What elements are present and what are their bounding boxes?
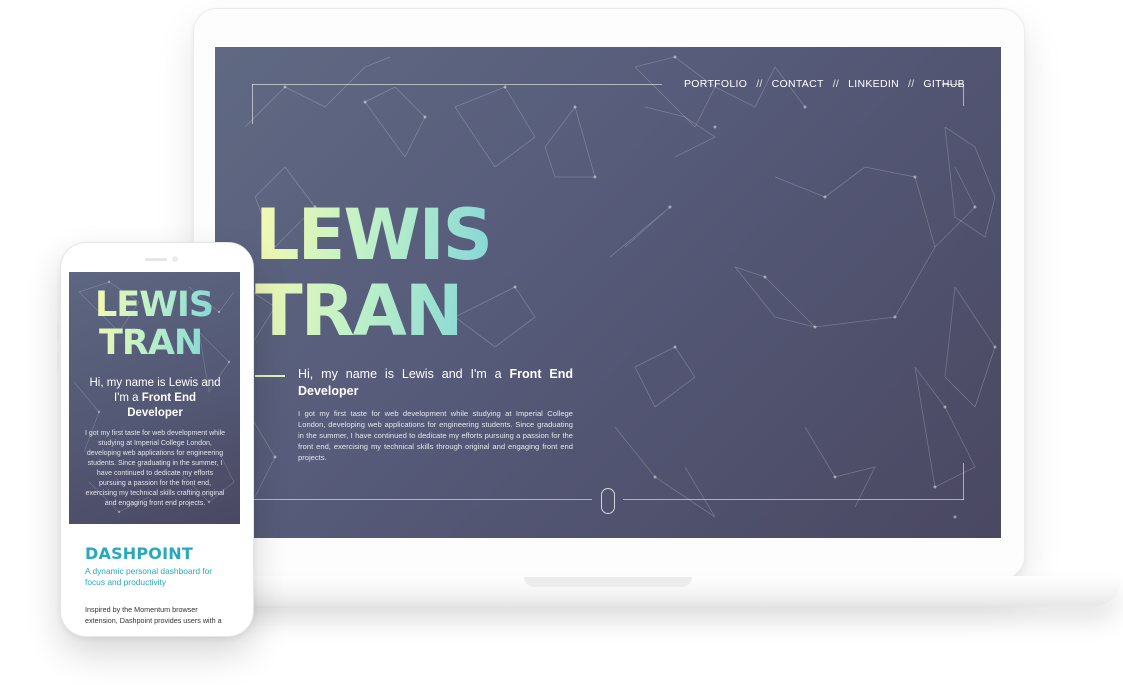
mobile-hero-name: LEWIS TRAN: [95, 286, 213, 362]
phone-speaker: [145, 258, 167, 261]
phone-side-button: [57, 352, 60, 372]
mobile-hero-intro: Hi, my name is Lewis and I'm a Front End…: [85, 376, 225, 421]
scroll-down-icon[interactable]: [601, 488, 615, 514]
frame-line-right-lower: [963, 463, 964, 500]
hero-intro: Hi, my name is Lewis and I'm a Front End…: [298, 366, 573, 400]
nav-separator: //: [832, 78, 840, 90]
desktop-screen: PORTFOLIO // CONTACT // LINKEDIN // GITH…: [215, 47, 1001, 538]
nav-github-link[interactable]: GITHUB: [923, 78, 964, 90]
nav-portfolio-link[interactable]: PORTFOLIO: [684, 78, 747, 90]
project-title[interactable]: DASHPOINT: [85, 544, 193, 563]
frame-line-top-left: [252, 84, 662, 85]
hero-bio: I got my first taste for web development…: [298, 409, 573, 462]
mobile-hero-bio: I got my first taste for web development…: [84, 430, 226, 507]
hero-name: LEWIS TRAN: [255, 197, 491, 349]
nav-linkedin-link[interactable]: LINKEDIN: [848, 78, 899, 90]
laptop-notch: [524, 577, 692, 587]
mobile-hero-first-name: LEWIS: [95, 285, 214, 325]
frame-line-left-upper: [252, 84, 253, 124]
intro-prefix: Hi, my name is Lewis and I'm a: [298, 367, 510, 381]
nav-separator: //: [756, 78, 763, 90]
project-description: Inspired by the Momentum browser extensi…: [85, 605, 222, 628]
frame-line-bottom-left: [252, 499, 592, 500]
nav-separator: //: [907, 78, 915, 90]
hero-first-name: LEWIS: [255, 194, 492, 276]
top-nav: PORTFOLIO // CONTACT // LINKEDIN // GITH…: [684, 78, 965, 90]
hero-last-name: TRAN: [255, 270, 462, 352]
mobile-hero-last-name: TRAN: [99, 323, 203, 363]
phone-camera: [172, 256, 178, 262]
project-subtitle: A dynamic personal dashboard for focus a…: [85, 566, 213, 587]
phone-side-button: [57, 322, 60, 342]
frame-line-bottom-right: [623, 499, 964, 500]
nav-contact-link[interactable]: CONTACT: [772, 78, 824, 90]
mobile-project-section: DASHPOINT A dynamic personal dashboard f…: [69, 524, 240, 628]
intro-accent-line: [255, 375, 285, 377]
device-mockup-stage: PORTFOLIO // CONTACT // LINKEDIN // GITH…: [0, 0, 1123, 685]
mobile-screen: LEWIS TRAN Hi, my name is Lewis and I'm …: [69, 272, 240, 524]
